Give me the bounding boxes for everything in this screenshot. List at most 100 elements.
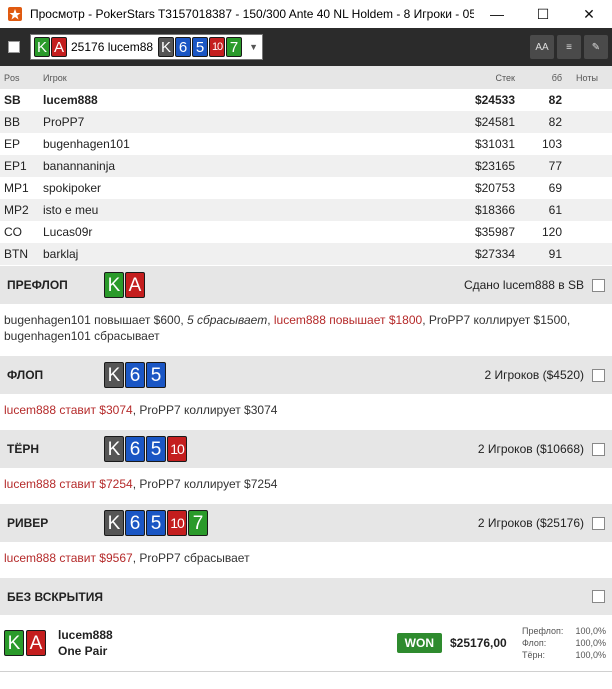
table-row[interactable]: MP1 spokipoker $20753 69 xyxy=(0,177,612,199)
table-row[interactable]: SB lucem888 $24533 82 xyxy=(0,89,612,111)
header-bb: бб xyxy=(551,72,562,83)
street-checkbox[interactable] xyxy=(592,516,605,530)
hero-action-text: lucem888 ставит $7254 xyxy=(4,477,133,491)
hand-summary: 25176 lucem88 xyxy=(71,40,154,54)
preflop-header: ПРЕФЛОП K A Сдано lucem888 в SB xyxy=(0,266,612,304)
winner-name: lucem888 xyxy=(58,628,113,642)
street-cards: K A xyxy=(104,272,145,298)
table-row[interactable]: EP1 banannaninja $23165 77 xyxy=(0,155,612,177)
card: K xyxy=(104,436,124,462)
river-header: РИВЕР K 6 5 10 7 2 Игроков ($25176) xyxy=(0,504,612,542)
player-stack: $35987 xyxy=(474,225,515,239)
street-cards: K 6 5 10 7 xyxy=(104,510,208,536)
card: K xyxy=(34,37,50,57)
minimize-button[interactable]: — xyxy=(474,0,520,28)
action-text: , ProPP7 сбрасывает xyxy=(132,551,250,565)
flop-header: ФЛОП K 6 5 2 Игроков ($4520) xyxy=(0,356,612,394)
result-row: K A lucem888 One Pair WON $25176,00 Преф… xyxy=(0,615,612,671)
stat-label: Тёрн: xyxy=(522,650,545,660)
table-row[interactable]: BTN barklaj $27334 91 xyxy=(0,243,612,265)
turn-actions: lucem888 ставит $7254, ProPP7 коллирует … xyxy=(4,476,608,492)
player-pos: SB xyxy=(4,93,21,107)
street-title: ПРЕФЛОП xyxy=(7,278,68,292)
player-name: bugenhagen101 xyxy=(43,137,130,151)
action-text: , ProPP7 коллирует $1500, xyxy=(422,313,571,327)
close-button[interactable]: ✕ xyxy=(566,0,612,28)
card: 6 xyxy=(175,37,192,57)
card: 5 xyxy=(146,436,166,462)
street-title: ТЁРН xyxy=(7,442,40,456)
list-view-button[interactable]: ≡ xyxy=(557,35,581,59)
street-checkbox[interactable] xyxy=(592,278,605,292)
window-title: Просмотр - PokerStars T3157018387 - 150/… xyxy=(30,7,474,21)
flop-actions: lucem888 ставит $3074, ProPP7 коллирует … xyxy=(4,402,608,418)
table-row[interactable]: EP bugenhagen101 $31031 103 xyxy=(0,133,612,155)
player-bb: 77 xyxy=(548,159,562,173)
street-checkbox[interactable] xyxy=(592,590,605,603)
toolbar: K A 25176 lucem88 K 6 5 10 7 ▼ AA ≡ ✎ xyxy=(0,28,612,66)
player-bb: 82 xyxy=(548,93,562,107)
font-size-button[interactable]: AA xyxy=(530,35,554,59)
card: A xyxy=(26,630,46,656)
street-info: 2 Игроков ($4520) xyxy=(484,368,585,382)
card: 10 xyxy=(209,37,226,57)
player-bb: 91 xyxy=(548,247,562,261)
stat-value: 100,0% xyxy=(575,650,606,660)
player-bb: 82 xyxy=(548,115,562,129)
hero-action-text: lucem888 ставит $9567 xyxy=(4,551,133,565)
action-text: bugenhagen101 повышает $600, xyxy=(4,313,188,327)
stat-row: Флоп: 100,0% xyxy=(522,637,606,649)
card: 6 xyxy=(125,362,145,388)
maximize-button[interactable]: ☐ xyxy=(520,0,566,28)
player-bb: 120 xyxy=(541,225,562,239)
action-text: , ProPP7 коллирует $7254 xyxy=(132,477,278,491)
card: 10 xyxy=(167,436,187,462)
player-bb: 103 xyxy=(541,137,562,151)
players-table: Pos Игрок Стек бб Ноты SB lucem888 $2453… xyxy=(0,66,612,265)
stat-row: Тёрн: 100,0% xyxy=(522,649,606,661)
card: K xyxy=(104,510,124,536)
player-name: spokipoker xyxy=(43,181,102,195)
player-name: isto e meu xyxy=(43,203,99,217)
street-title: БЕЗ ВСКРЫТИЯ xyxy=(7,589,104,604)
player-stack: $27334 xyxy=(474,247,515,261)
card: 5 xyxy=(146,510,166,536)
card: A xyxy=(125,272,145,298)
card: 7 xyxy=(188,510,208,536)
hero-action-text: lucem888 повышает $1800 xyxy=(273,313,423,327)
player-name: ProPP7 xyxy=(43,115,85,129)
player-stack: $24533 xyxy=(474,93,515,107)
hand-selector-dropdown[interactable]: K A 25176 lucem88 K 6 5 10 7 ▼ xyxy=(30,34,263,60)
edit-button[interactable]: ✎ xyxy=(584,35,608,59)
action-text: bugenhagen101 сбрасывает xyxy=(4,329,160,343)
table-row[interactable]: MP2 isto e meu $18366 61 xyxy=(0,199,612,221)
equity-stats: Префлоп: 100,0% Флоп: 100,0% Тёрн: 100,0% xyxy=(522,625,606,661)
card: K xyxy=(104,362,124,388)
table-row[interactable]: BB ProPP7 $24581 82 xyxy=(0,111,612,133)
winner-cards: K A xyxy=(4,630,46,656)
player-name: banannaninja xyxy=(43,159,116,173)
player-name: Lucas09r xyxy=(43,225,93,239)
street-info: 2 Игроков ($25176) xyxy=(477,516,584,530)
chevron-down-icon: ▼ xyxy=(249,42,258,52)
stat-value: 100,0% xyxy=(575,638,606,648)
street-checkbox[interactable] xyxy=(592,368,605,382)
showdown-header: БЕЗ ВСКРЫТИЯ xyxy=(0,578,612,615)
street-cards: K 6 5 xyxy=(104,362,166,388)
street-cards: K 6 5 10 xyxy=(104,436,187,462)
table-row[interactable]: CO Lucas09r $35987 120 xyxy=(0,221,612,243)
hero-action-text: lucem888 ставит $3074 xyxy=(4,403,133,417)
player-pos: EP xyxy=(4,137,21,151)
title-bar: Просмотр - PokerStars T3157018387 - 150/… xyxy=(0,0,612,28)
street-checkbox[interactable] xyxy=(592,442,605,456)
street-info: Сдано lucem888 в SB xyxy=(463,278,584,292)
select-hand-checkbox[interactable] xyxy=(8,41,20,53)
action-text: 5 сбрасывает xyxy=(187,313,268,327)
card: 6 xyxy=(125,436,145,462)
card: 10 xyxy=(167,510,187,536)
player-pos: CO xyxy=(4,225,22,239)
stat-value: 100,0% xyxy=(575,626,606,636)
pokerstars-app-icon xyxy=(8,7,22,21)
player-stack: $20753 xyxy=(474,181,515,195)
header-pos: Pos xyxy=(4,72,20,83)
